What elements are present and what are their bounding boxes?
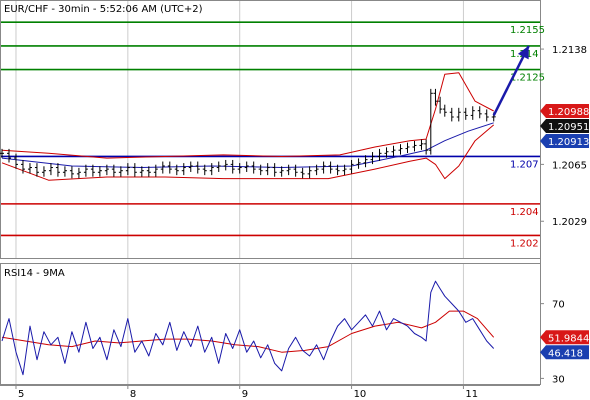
- level-label: 1.207: [510, 159, 539, 170]
- price-chart-title: EUR/CHF - 30min - 5:52:06 AM (UTC+2): [4, 4, 203, 15]
- level-label: 1.2155: [510, 25, 545, 36]
- chart-canvas: 1.21551.2141.21251.2071.2041.2021.21381.…: [0, 0, 590, 400]
- rsi-chart-title: RSI14 - 9MA: [4, 268, 65, 279]
- x-tick-label: 11: [465, 389, 478, 400]
- rsi-y-tick-label: 30: [552, 374, 565, 385]
- price-tag-label: 1.20951: [548, 122, 589, 133]
- x-tick-label: 5: [18, 389, 24, 400]
- price-tag-label: 1.20988: [548, 107, 589, 118]
- price-tag-label: 1.20913: [548, 137, 589, 148]
- price-tag-label: 51.9844: [548, 333, 589, 344]
- y-tick-label: 1.2138: [552, 45, 587, 56]
- x-tick-label: 10: [354, 389, 367, 400]
- rsi-y-tick-label: 70: [552, 300, 565, 311]
- price-tag-label: 46.418: [548, 348, 583, 359]
- y-tick-label: 1.2065: [552, 160, 587, 171]
- y-tick-label: 1.2029: [552, 217, 587, 228]
- level-label: 1.204: [510, 207, 539, 218]
- level-label: 1.202: [510, 238, 539, 249]
- x-tick-label: 8: [130, 389, 136, 400]
- x-tick-label: 9: [242, 389, 248, 400]
